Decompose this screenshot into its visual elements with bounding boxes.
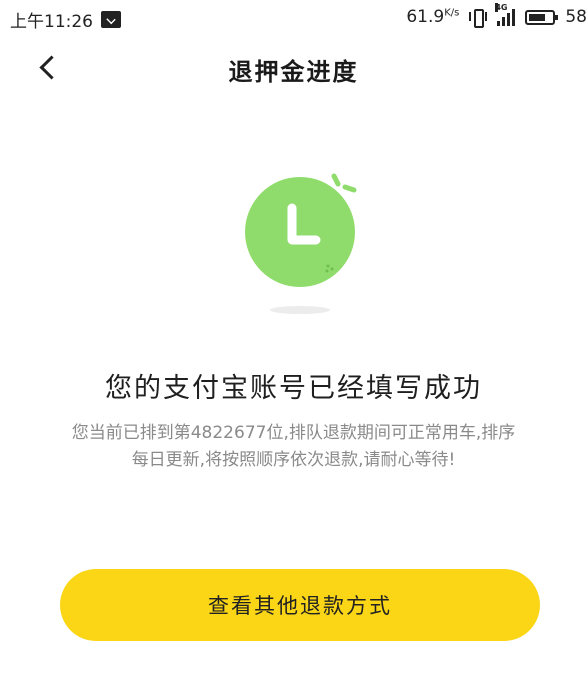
network-type: 4G — [495, 2, 508, 12]
header: 退押金进度 — [0, 42, 587, 94]
page-title: 退押金进度 — [228, 58, 359, 86]
battery-icon — [525, 9, 559, 25]
success-title: 您的支付宝账号已经填写成功 — [105, 373, 482, 404]
clock-ring-line-2 — [342, 184, 357, 193]
notification-icon — [101, 11, 121, 28]
queue-description-line-1: 您当前已排到第4822677位,排队退款期间可正常用车,排序 — [71, 423, 516, 443]
network-speed-value: 61.9 — [406, 7, 445, 27]
network-speed: 61.9K/s — [406, 7, 459, 27]
battery-level: 58 — [565, 7, 587, 27]
vibrate-icon — [469, 8, 488, 28]
status-time: 上午11:26 — [10, 12, 93, 32]
status-bar: 上午11:26 61.9K/s 4G 58 — [0, 0, 587, 36]
queue-description: 您当前已排到第4822677位,排队退款期间可正常用车,排序 每日更新,将按照顺… — [20, 420, 567, 474]
clock-ring-line-1 — [331, 173, 341, 187]
clock-icon — [245, 173, 357, 314]
network-speed-unit: K/s — [444, 7, 460, 19]
signal-icon: 4G — [495, 2, 516, 26]
clock-illustration — [230, 160, 380, 320]
status-right: 61.9K/s 4G 58 — [406, 2, 587, 28]
clock-face — [245, 177, 355, 287]
clock-shadow — [270, 306, 330, 314]
other-refund-methods-button[interactable]: 查看其他退款方式 — [60, 569, 540, 641]
queue-description-line-2: 每日更新,将按照顺序依次退款,请耐心等待! — [131, 450, 456, 470]
status-left: 上午11:26 — [10, 7, 121, 32]
